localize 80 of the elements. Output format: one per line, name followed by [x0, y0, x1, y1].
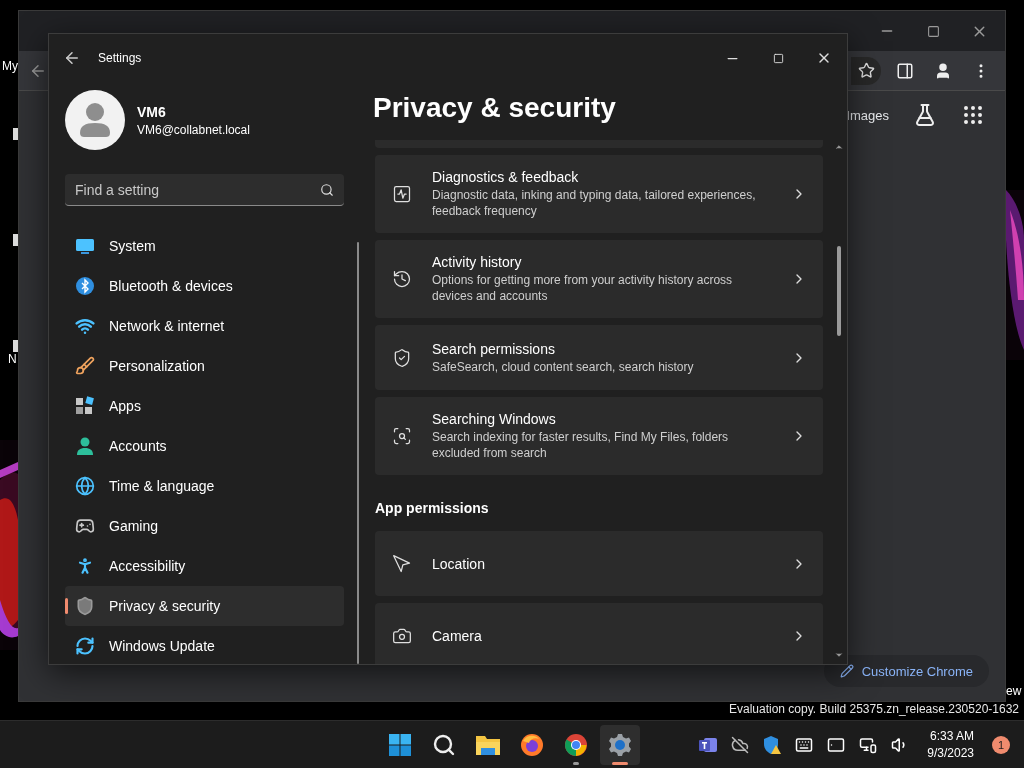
- scrollbar-thumb[interactable]: [837, 246, 841, 336]
- window-title: Settings: [98, 51, 143, 65]
- setting-card[interactable]: Search permissions SafeSearch, cloud content search, search history: [375, 325, 823, 390]
- gear-icon: [608, 733, 632, 757]
- search-icon: [432, 733, 456, 757]
- running-indicator: [573, 762, 579, 765]
- nav-item[interactable]: Accounts: [65, 426, 344, 466]
- gamepad-icon: [75, 516, 95, 536]
- back-icon[interactable]: [63, 49, 81, 67]
- setting-title: Diagnostics & feedback: [432, 169, 580, 185]
- profile-icon[interactable]: [934, 61, 952, 80]
- pencil-icon: [839, 664, 854, 678]
- folder-icon: [475, 734, 501, 756]
- star-icon[interactable]: [858, 62, 875, 79]
- setting-card[interactable]: Location: [375, 531, 823, 596]
- nav-item[interactable]: Bluetooth & devices: [65, 266, 344, 306]
- selection-indicator: [65, 598, 68, 614]
- firefox-icon: [520, 733, 544, 757]
- setting-description: SafeSearch, cloud content search, search history: [432, 358, 695, 375]
- setting-title: Camera: [432, 627, 483, 644]
- chrome-icon: [564, 733, 588, 757]
- desktop-icon-label[interactable]: My: [2, 59, 18, 73]
- setting-card[interactable]: Searching Windows Search indexing for faster results, Find My Files, folders excluded from search: [375, 397, 823, 475]
- notification-badge[interactable]: 1: [992, 735, 1010, 754]
- activity-icon: [392, 184, 412, 204]
- desktop-icon-label[interactable]: ew: [1006, 684, 1022, 698]
- brush-icon: [75, 356, 95, 376]
- desktop-icon-label[interactable]: N: [8, 352, 17, 366]
- shield-warning-icon[interactable]: [761, 733, 784, 756]
- setting-title: Activity history: [432, 254, 523, 270]
- windows-logo-icon: [388, 733, 412, 757]
- page-title: Privacy & security: [373, 92, 617, 124]
- nav-item[interactable]: Windows Update: [65, 626, 344, 664]
- shield-icon: [392, 347, 412, 368]
- setting-title: Location: [432, 555, 486, 572]
- setting-title: Searching Windows: [432, 411, 557, 427]
- scrollbar[interactable]: [357, 242, 359, 664]
- nav-item[interactable]: Accessibility: [65, 546, 344, 586]
- section-heading: App permissions: [375, 500, 490, 516]
- location-icon: [392, 553, 412, 574]
- avatar: [65, 90, 125, 150]
- apps-grid-icon[interactable]: [961, 103, 985, 127]
- setting-card[interactable]: Camera: [375, 603, 823, 664]
- shield-icon: [75, 596, 95, 616]
- nav-item[interactable]: System: [65, 226, 344, 266]
- user-email: VM6@collabnet.local: [137, 122, 250, 137]
- setting-description: Options for getting more from your activity history across devices and accounts: [432, 272, 734, 304]
- setting-title: Search permissions: [432, 340, 556, 357]
- monitor-icon: [75, 236, 95, 256]
- flask-icon[interactable]: [913, 103, 937, 127]
- setting-description: Search indexing for faster results, Find My Files, folders excluded from search: [432, 429, 730, 461]
- scroll-up-icon[interactable]: [834, 142, 844, 152]
- user-name: VM6: [137, 103, 167, 120]
- running-indicator: [612, 762, 628, 765]
- history-icon: [392, 269, 412, 289]
- bluetooth-icon: [75, 276, 95, 296]
- clock[interactable]: 6:33 AM 9/3/2023: [927, 729, 974, 760]
- setting-description: Diagnostic data, inking and typing data, tailored experiences, feedback frequency: [432, 187, 757, 219]
- apps-icon: [75, 396, 95, 416]
- globe-icon: [75, 476, 95, 496]
- nav-item[interactable]: Network & internet: [65, 306, 344, 346]
- nav-item[interactable]: Personalization: [65, 346, 344, 386]
- wifi-icon: [75, 316, 95, 336]
- address-bar[interactable]: [851, 56, 881, 85]
- customize-chrome-button[interactable]: Customize Chrome: [823, 655, 989, 687]
- build-watermark-text: Evaluation copy. Build 25375.zn_release.230520-1632: [729, 702, 1019, 716]
- setting-card[interactable]: Activity history Options for getting more from your activity history across devices and accounts: [375, 240, 823, 318]
- nav-item[interactable]: Time & language: [65, 466, 344, 506]
- maximize-icon[interactable]: [926, 24, 940, 38]
- search-icon: [320, 183, 334, 197]
- person-icon: [75, 436, 95, 456]
- search-field[interactable]: Find a setting: [65, 174, 344, 206]
- scroll-down-icon[interactable]: [834, 650, 844, 660]
- refresh-icon: [75, 636, 95, 656]
- side-panel-icon[interactable]: [896, 61, 914, 80]
- nav-item[interactable]: Gaming: [65, 506, 344, 546]
- nav-item[interactable]: Privacy & security: [65, 586, 344, 626]
- setting-card[interactable]: Diagnostics & feedback Diagnostic data, inking and typing data, tailored experiences, feedback frequency: [375, 155, 823, 233]
- search-icon: [392, 426, 412, 446]
- nav-item[interactable]: Apps: [65, 386, 344, 426]
